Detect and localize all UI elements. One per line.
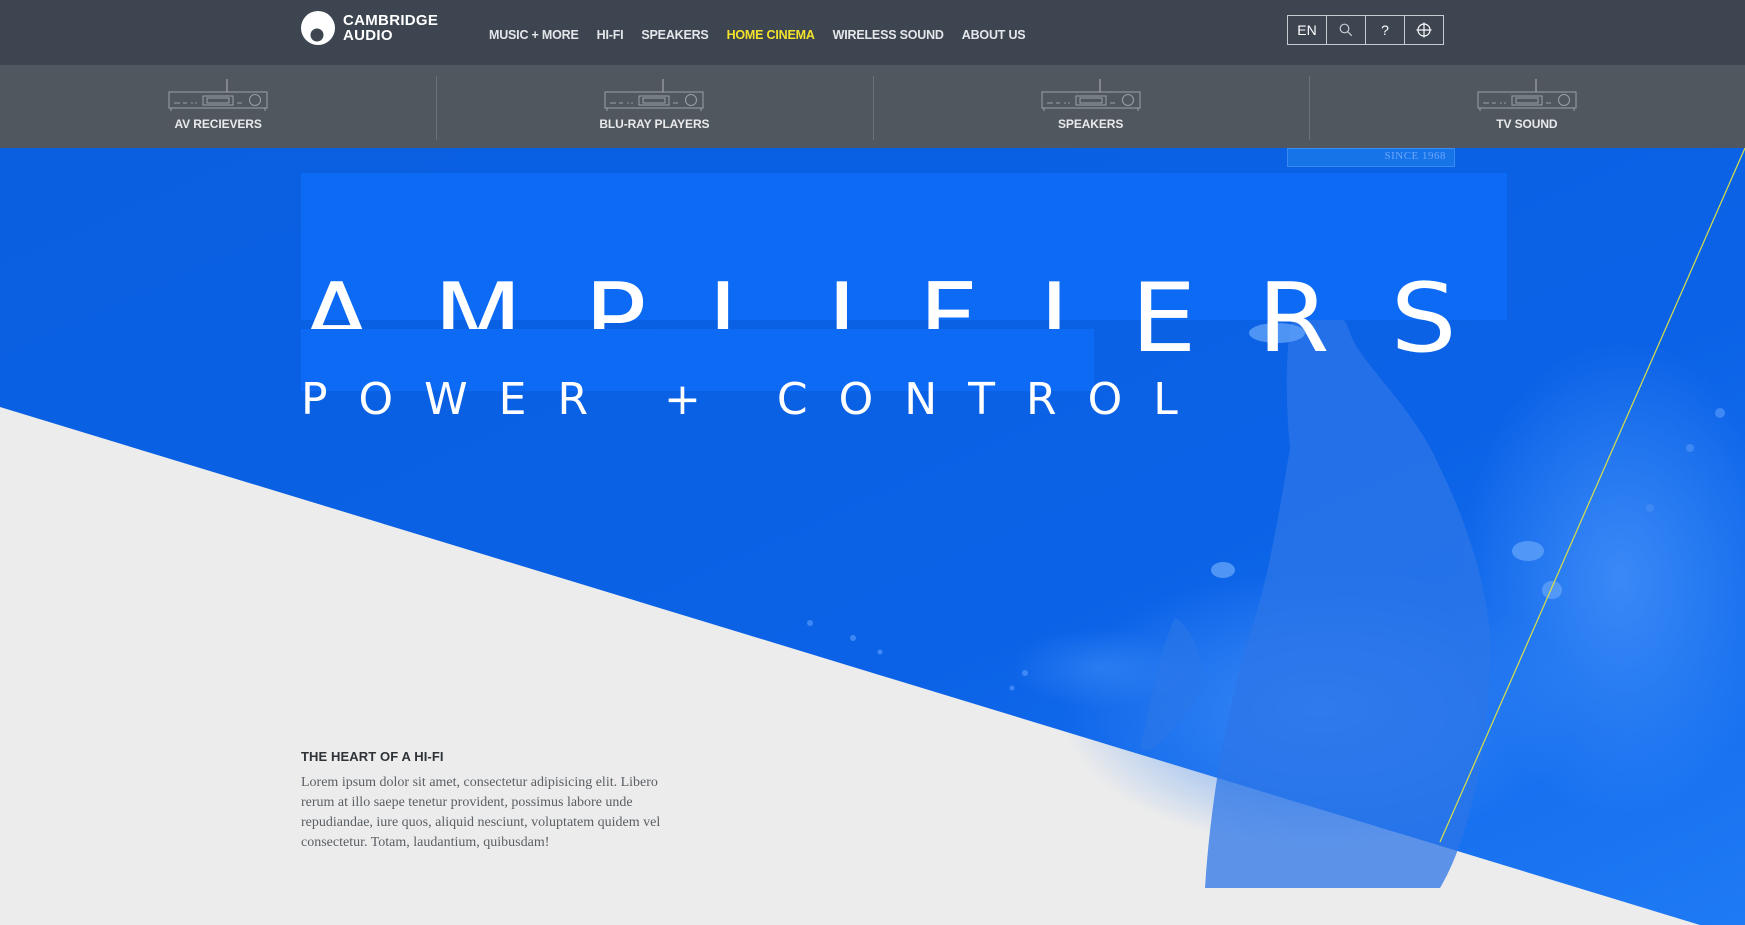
- hero-section: SINCE 1968 AMPLIFIERS POWER + CONTROL: [0, 148, 1745, 925]
- logo-mark-icon: [301, 11, 335, 45]
- nav-item-speakers[interactable]: SPEAKERS: [641, 28, 708, 42]
- nav-item-wireless-sound[interactable]: WIRELESS SOUND: [833, 28, 944, 42]
- receiver-icon: [604, 79, 704, 111]
- since-badge-text: SINCE 1968: [1384, 150, 1446, 162]
- category-tv-sound[interactable]: TV SOUND: [1308, 65, 1745, 148]
- crosshair-icon: [1416, 22, 1432, 38]
- intro-content: THE HEART OF A HI-FI Lorem ipsum dolor s…: [301, 749, 661, 853]
- top-navigation-bar: CAMBRIDGE AUDIO MUSIC + MORE HI-FI SPEAK…: [0, 0, 1745, 65]
- category-blu-ray-players[interactable]: BLU-RAY PLAYERS: [436, 65, 872, 148]
- locator-button[interactable]: [1404, 15, 1444, 45]
- category-av-receivers[interactable]: AV RECIEVERS: [0, 65, 436, 148]
- receiver-icon: [168, 79, 268, 111]
- since-badge: SINCE 1968: [1287, 148, 1455, 167]
- brand-wordmark: CAMBRIDGE AUDIO: [343, 13, 438, 43]
- search-button[interactable]: [1326, 15, 1366, 45]
- hero-title-box: AMPLIFIERS: [301, 173, 1507, 368]
- help-button[interactable]: ?: [1365, 15, 1405, 45]
- brand-line-1: CAMBRIDGE: [343, 12, 439, 29]
- category-label: BLU-RAY PLAYERS: [599, 117, 710, 131]
- brand-logo[interactable]: CAMBRIDGE AUDIO: [301, 10, 438, 46]
- nav-item-about-us[interactable]: ABOUT US: [962, 28, 1026, 42]
- brand-line-2: AUDIO: [343, 27, 393, 44]
- section-body: Lorem ipsum dolor sit amet, consectetur …: [301, 775, 661, 850]
- category-label: TV SOUND: [1496, 117, 1558, 131]
- category-bar: AV RECIEVERS BLU-RAY PLAYERS SPEAKERS TV…: [0, 65, 1745, 148]
- main-nav: MUSIC + MORE HI-FI SPEAKERS HOME CINEMA …: [489, 28, 1043, 42]
- section-heading: THE HEART OF A HI-FI: [301, 749, 444, 764]
- utility-buttons: EN ?: [1287, 15, 1444, 45]
- receiver-icon: [1041, 79, 1141, 111]
- category-label: AV RECIEVERS: [174, 117, 262, 131]
- category-speakers[interactable]: SPEAKERS: [872, 65, 1309, 148]
- nav-item-hi-fi[interactable]: HI-FI: [597, 28, 624, 42]
- receiver-icon: [1477, 79, 1577, 111]
- hero-subtitle-box: POWER + CONTROL: [301, 329, 1178, 424]
- nav-item-home-cinema[interactable]: HOME CINEMA: [727, 28, 815, 42]
- search-icon: [1339, 23, 1353, 37]
- language-button[interactable]: EN: [1287, 15, 1327, 45]
- nav-item-music-more[interactable]: MUSIC + MORE: [489, 28, 579, 42]
- category-label: SPEAKERS: [1058, 117, 1124, 131]
- hero-subtitle: POWER + CONTROL: [301, 373, 1209, 425]
